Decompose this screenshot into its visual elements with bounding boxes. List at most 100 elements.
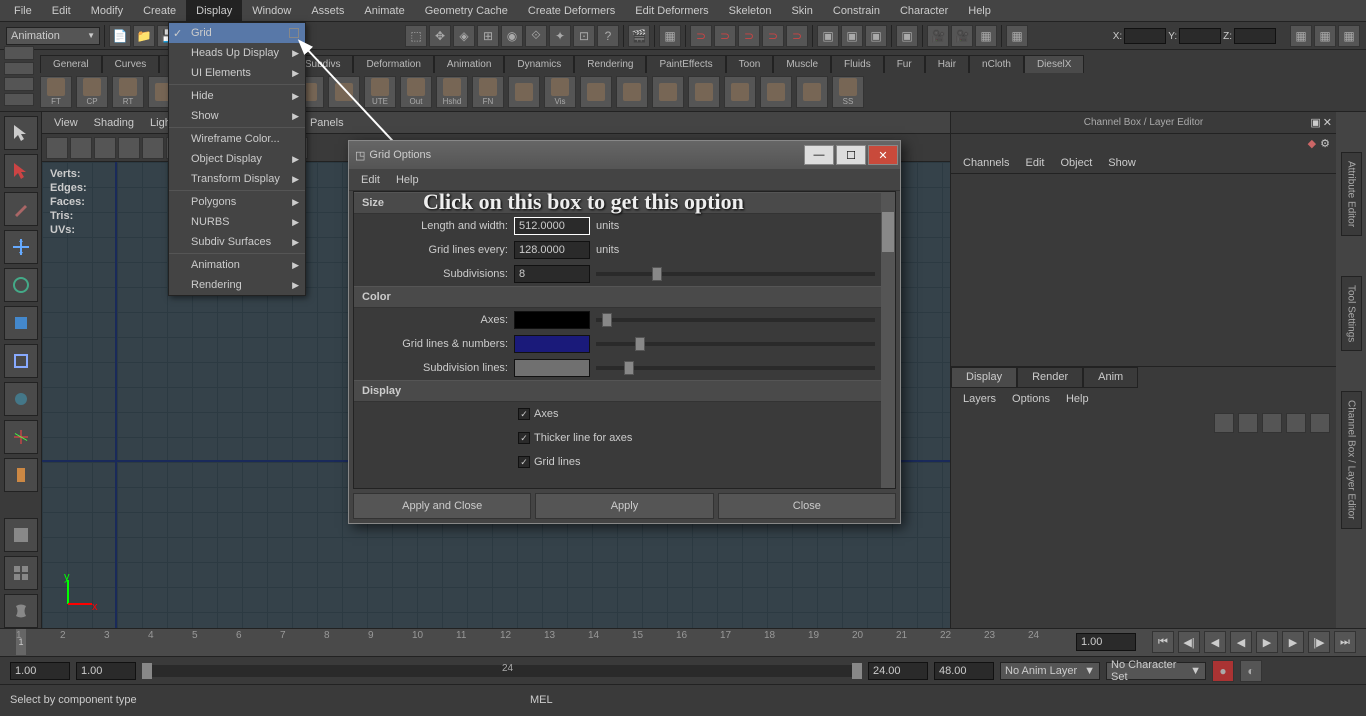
- four-view[interactable]: [4, 556, 38, 590]
- axes-color-slider[interactable]: [596, 318, 875, 322]
- manip-tool[interactable]: [4, 344, 38, 378]
- menu-item-hide[interactable]: Hide▶: [169, 86, 305, 106]
- range-end-input[interactable]: [868, 662, 928, 680]
- thicker-checkbox[interactable]: ✓: [518, 432, 530, 444]
- shelf-tab-hair[interactable]: Hair: [925, 55, 969, 73]
- shelf-item[interactable]: [508, 76, 540, 108]
- shelf-item[interactable]: [580, 76, 612, 108]
- menu-edit[interactable]: Edit: [42, 0, 81, 22]
- vp-menu-view[interactable]: View: [46, 117, 86, 129]
- layer-tab-anim[interactable]: Anim: [1083, 367, 1138, 388]
- script-icon[interactable]: [4, 594, 38, 628]
- range-track[interactable]: 24: [142, 665, 862, 677]
- magnet-icon[interactable]: ⊃: [762, 25, 784, 47]
- vtab-channel-box-layer-editor[interactable]: Channel Box / Layer Editor: [1341, 391, 1362, 529]
- shelf-item[interactable]: Hshd: [436, 76, 468, 108]
- shelf-item[interactable]: [724, 76, 756, 108]
- layout-icon[interactable]: ▦: [1338, 25, 1360, 47]
- y-input[interactable]: [1179, 28, 1221, 44]
- menu-file[interactable]: File: [4, 0, 42, 22]
- render-icon[interactable]: 🎥: [927, 25, 949, 47]
- menu-create-deformers[interactable]: Create Deformers: [518, 0, 625, 22]
- goto-end-icon[interactable]: ⏭: [1334, 631, 1356, 653]
- snap-icon[interactable]: ⊡: [573, 25, 595, 47]
- help-icon[interactable]: ?: [597, 25, 619, 47]
- menu-display[interactable]: Display: [186, 0, 242, 22]
- key-icon[interactable]: ◐: [1240, 660, 1262, 682]
- shelf-item[interactable]: [616, 76, 648, 108]
- menu-item-subdiv-surfaces[interactable]: Subdiv Surfaces▶: [169, 232, 305, 252]
- lasso-tool[interactable]: [4, 154, 38, 188]
- axes-color-swatch[interactable]: [514, 311, 590, 329]
- shelf-item[interactable]: [688, 76, 720, 108]
- shelf-tab-muscle[interactable]: Muscle: [773, 55, 831, 73]
- x-input[interactable]: [1124, 28, 1166, 44]
- render-icon[interactable]: ▦: [975, 25, 997, 47]
- render-icon[interactable]: 🎥: [951, 25, 973, 47]
- shelf-scroll-btn[interactable]: [4, 77, 34, 91]
- menu-assets[interactable]: Assets: [301, 0, 354, 22]
- shelf-tab-deformation[interactable]: Deformation: [353, 55, 433, 73]
- dialog-scrollbar[interactable]: [881, 192, 895, 488]
- shelf-scroll-btn[interactable]: [4, 46, 34, 60]
- render-icon[interactable]: 🎬: [628, 25, 650, 47]
- menu-create[interactable]: Create: [133, 0, 186, 22]
- shelf-tab-animation[interactable]: Animation: [434, 55, 504, 73]
- shelf-tab-painteffects[interactable]: PaintEffects: [646, 55, 725, 73]
- ch-menu-show[interactable]: Show: [1100, 157, 1144, 169]
- shelf-item[interactable]: RT: [112, 76, 144, 108]
- menu-item-object-display[interactable]: Object Display▶: [169, 149, 305, 169]
- rotate-tool[interactable]: [4, 268, 38, 302]
- shelf-scroll-btn[interactable]: [4, 93, 34, 107]
- subdivisions-input[interactable]: [514, 265, 590, 283]
- subdivision-color-swatch[interactable]: [514, 359, 590, 377]
- shelf-tab-fur[interactable]: Fur: [884, 55, 925, 73]
- vp-menu-shading[interactable]: Shading: [86, 117, 142, 129]
- menu-geometry-cache[interactable]: Geometry Cache: [415, 0, 518, 22]
- apply-close-button[interactable]: Apply and Close: [353, 493, 531, 519]
- shelf-tab-rendering[interactable]: Rendering: [574, 55, 646, 73]
- layer-icon[interactable]: [1286, 413, 1306, 433]
- char-set-combo[interactable]: No Character Set▼: [1106, 662, 1206, 680]
- render-icon[interactable]: ▣: [865, 25, 887, 47]
- layer-tab-display[interactable]: Display: [951, 367, 1017, 388]
- subdivisions-slider[interactable]: [596, 272, 875, 276]
- minimize-button[interactable]: —: [804, 145, 834, 165]
- shelf-item[interactable]: FN: [472, 76, 504, 108]
- paint-tool[interactable]: [4, 192, 38, 226]
- z-input[interactable]: [1234, 28, 1276, 44]
- menu-item-wireframe-color-[interactable]: Wireframe Color...: [169, 129, 305, 149]
- range-end2-input[interactable]: [934, 662, 994, 680]
- channel-area[interactable]: [951, 174, 1336, 366]
- panel-close-icon[interactable]: ✕: [1323, 116, 1332, 129]
- play-back-icon[interactable]: ◀: [1230, 631, 1252, 653]
- option-box-icon[interactable]: [289, 28, 299, 38]
- shelf-item[interactable]: [652, 76, 684, 108]
- vp-icon[interactable]: [94, 137, 116, 159]
- end-frame-input[interactable]: [1076, 633, 1136, 651]
- layer-menu-help[interactable]: Help: [1058, 393, 1097, 405]
- menu-item-animation[interactable]: Animation▶: [169, 255, 305, 275]
- gridlines-color-slider[interactable]: [596, 342, 875, 346]
- shelf-item[interactable]: SS: [832, 76, 864, 108]
- gear-icon[interactable]: ⚙: [1320, 137, 1330, 150]
- last-tool[interactable]: [4, 420, 38, 454]
- menu-item-transform-display[interactable]: Transform Display▶: [169, 169, 305, 189]
- render-icon[interactable]: ▣: [841, 25, 863, 47]
- close-button[interactable]: ✕: [868, 145, 898, 165]
- shelf-item[interactable]: [796, 76, 828, 108]
- snap-icon[interactable]: ⟐: [525, 25, 547, 47]
- key-fwd-icon[interactable]: ▶: [1282, 631, 1304, 653]
- dialog-menu-help[interactable]: Help: [388, 174, 427, 186]
- magnet-icon[interactable]: ⊃: [690, 25, 712, 47]
- step-fwd-icon[interactable]: |▶: [1308, 631, 1330, 653]
- menu-skeleton[interactable]: Skeleton: [719, 0, 782, 22]
- menu-modify[interactable]: Modify: [81, 0, 133, 22]
- layer-icon[interactable]: [1238, 413, 1258, 433]
- menu-item-ui-elements[interactable]: UI Elements▶: [169, 63, 305, 83]
- play-fwd-icon[interactable]: ▶: [1256, 631, 1278, 653]
- menu-item-heads-up-display[interactable]: Heads Up Display▶: [169, 43, 305, 63]
- menu-constrain[interactable]: Constrain: [823, 0, 890, 22]
- time-slider[interactable]: 1 12345678910111213141516171819202122232…: [0, 628, 1366, 656]
- menu-skin[interactable]: Skin: [781, 0, 822, 22]
